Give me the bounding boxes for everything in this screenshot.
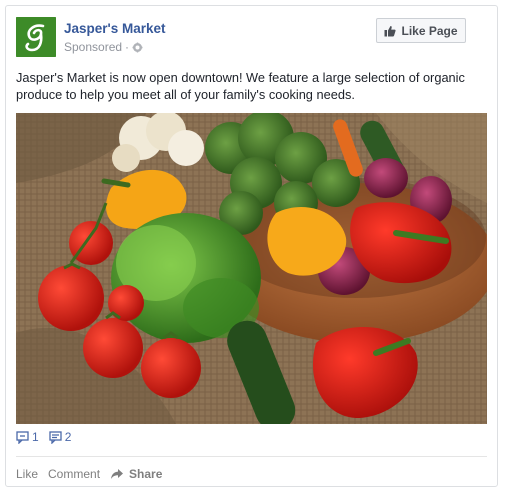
engagement-counts: 1 2 [16, 430, 81, 445]
like-count-icon [16, 430, 30, 445]
comments-count[interactable]: 2 [49, 430, 72, 445]
globe-icon [132, 42, 143, 53]
sponsored-label[interactable]: Sponsored [64, 40, 122, 54]
action-divider [16, 456, 487, 457]
vegetables-photo[interactable] [16, 113, 487, 424]
comment-button[interactable]: Comment [48, 467, 100, 481]
action-bar: Like Comment Share [16, 467, 162, 481]
post-text: Jasper's Market is now open downtown! We… [16, 70, 465, 102]
sponsored-row: Sponsored · [64, 40, 143, 54]
sponsored-post-card: Jasper's Market Sponsored · Like Page Ja… [5, 5, 498, 487]
share-arrow-icon [110, 468, 124, 480]
page-logo[interactable] [16, 17, 56, 57]
like-page-label: Like Page [401, 23, 458, 38]
share-button[interactable]: Share [110, 467, 162, 481]
like-button[interactable]: Like [16, 467, 38, 481]
like-page-button[interactable]: Like Page [376, 18, 466, 43]
page-name-link[interactable]: Jasper's Market [64, 21, 166, 36]
separator-dot: · [125, 40, 130, 54]
likes-count-value: 1 [32, 430, 39, 444]
thumbs-up-icon [384, 25, 397, 37]
comment-count-icon [49, 430, 63, 445]
share-label: Share [129, 467, 163, 481]
likes-count[interactable]: 1 [16, 430, 39, 445]
comments-count-value: 2 [64, 430, 72, 444]
